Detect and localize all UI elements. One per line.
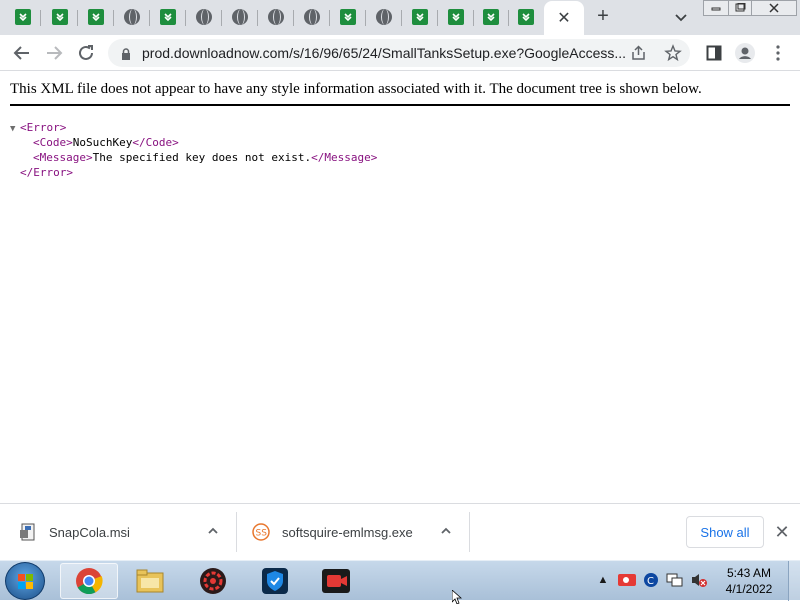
lock-icon[interactable]	[120, 47, 132, 60]
chevron-up-icon[interactable]	[207, 524, 219, 536]
tab[interactable]	[265, 6, 287, 28]
svg-text:SS: SS	[256, 529, 268, 539]
softsquire-file-icon: SS	[252, 523, 270, 541]
tab[interactable]	[409, 6, 431, 28]
download-favicon-icon	[88, 9, 104, 25]
xml-tree: ▼ <Error> <Code>NoSuchKey</Code> <Message…	[10, 120, 377, 180]
code-line: <Code>NoSuchKey</Code>	[33, 136, 179, 149]
xml-style-notice: This XML file does not appear to have an…	[10, 81, 790, 106]
close-download-shelf-icon[interactable]: ✕	[772, 522, 792, 542]
show-hidden-icons-icon[interactable]: ▲	[594, 571, 612, 589]
windows-taskbar: ▲ C 5:43 AM 4/1/2022	[0, 560, 800, 601]
start-button[interactable]	[5, 562, 45, 600]
tab-strip: ✕ +	[0, 0, 800, 35]
minimize-button[interactable]	[703, 0, 729, 16]
c-app-tray-icon[interactable]: C	[642, 571, 660, 589]
chrome-taskbar-button[interactable]	[60, 563, 118, 599]
tab[interactable]	[515, 6, 537, 28]
show-desktop-button[interactable]	[788, 561, 800, 601]
video-recorder-icon	[322, 569, 350, 593]
close-window-button[interactable]	[751, 0, 797, 16]
profile-avatar-icon[interactable]	[733, 41, 757, 65]
active-tab[interactable]: ✕	[544, 1, 584, 35]
clock-time: 5:43 AM	[726, 566, 772, 580]
clock-date: 4/1/2022	[725, 582, 773, 596]
globe-icon	[196, 9, 212, 25]
tab[interactable]	[85, 6, 107, 28]
chevron-up-icon[interactable]	[440, 524, 452, 536]
error-close-line: </Error>	[20, 166, 73, 179]
download-favicon-icon	[412, 9, 428, 25]
error-open-line: ▼ <Error>	[10, 120, 377, 135]
gear-app-icon	[200, 568, 226, 594]
system-clock[interactable]: 5:43 AM 4/1/2022	[714, 565, 784, 597]
download-item[interactable]: SnapCola.msi	[18, 512, 228, 552]
download-favicon-icon	[340, 9, 356, 25]
download-filename: softsquire-emlmsg.exe	[282, 524, 413, 540]
back-icon[interactable]	[10, 41, 34, 65]
download-favicon-icon	[518, 9, 534, 25]
download-item[interactable]: SS softsquire-emlmsg.exe	[252, 512, 432, 552]
bookmark-star-icon[interactable]	[664, 44, 682, 62]
download-favicon-icon	[15, 9, 31, 25]
network-icon[interactable]	[666, 571, 684, 589]
app-taskbar-button[interactable]	[307, 563, 365, 599]
mouse-cursor-icon	[451, 589, 463, 605]
maximize-button[interactable]	[728, 0, 752, 16]
tab[interactable]	[301, 6, 323, 28]
chrome-icon	[76, 568, 103, 595]
download-filename: SnapCola.msi	[49, 524, 130, 540]
show-all-button[interactable]: Show all	[686, 516, 764, 548]
svg-text:C: C	[647, 576, 654, 587]
url-text[interactable]: prod.downloadnow.com/s/16/96/65/24/Small…	[142, 45, 626, 61]
tab[interactable]	[12, 6, 34, 28]
tab[interactable]	[445, 6, 467, 28]
recorder-tray-icon[interactable]	[618, 571, 636, 589]
tab[interactable]	[229, 6, 251, 28]
tab[interactable]	[480, 6, 502, 28]
browser-toolbar: prod.downloadnow.com/s/16/96/65/24/Small…	[0, 35, 800, 71]
app-taskbar-button[interactable]	[246, 563, 304, 599]
download-favicon-icon	[483, 9, 499, 25]
download-shelf: SnapCola.msi SS softsquire-emlmsg.exe Sh…	[0, 503, 800, 560]
share-icon[interactable]	[630, 44, 648, 62]
app-taskbar-button[interactable]	[184, 563, 242, 599]
message-line: <Message>The specified key does not exis…	[33, 151, 378, 164]
globe-icon	[232, 9, 248, 25]
folder-icon	[136, 569, 164, 593]
close-tab-icon[interactable]: ✕	[557, 8, 570, 28]
installer-file-icon	[18, 522, 38, 542]
address-bar[interactable]: prod.downloadnow.com/s/16/96/65/24/Small…	[108, 39, 690, 67]
tab-search-icon[interactable]	[672, 8, 690, 26]
globe-icon	[124, 9, 140, 25]
tab[interactable]	[373, 6, 395, 28]
side-panel-icon[interactable]	[702, 41, 726, 65]
reload-icon[interactable]	[74, 41, 98, 65]
download-favicon-icon	[448, 9, 464, 25]
forward-icon[interactable]	[42, 41, 66, 65]
menu-icon[interactable]	[766, 41, 790, 65]
globe-icon	[304, 9, 320, 25]
download-favicon-icon	[160, 9, 176, 25]
collapse-triangle-icon[interactable]: ▼	[10, 122, 20, 137]
download-favicon-icon	[52, 9, 68, 25]
shield-app-icon	[262, 568, 288, 594]
tab[interactable]	[121, 6, 143, 28]
volume-muted-icon[interactable]	[690, 571, 708, 589]
tab[interactable]	[49, 6, 71, 28]
globe-icon	[376, 9, 392, 25]
new-tab-button[interactable]: +	[592, 5, 614, 27]
tab[interactable]	[337, 6, 359, 28]
tab[interactable]	[193, 6, 215, 28]
globe-icon	[268, 9, 284, 25]
tab[interactable]	[157, 6, 179, 28]
explorer-taskbar-button[interactable]	[121, 563, 179, 599]
